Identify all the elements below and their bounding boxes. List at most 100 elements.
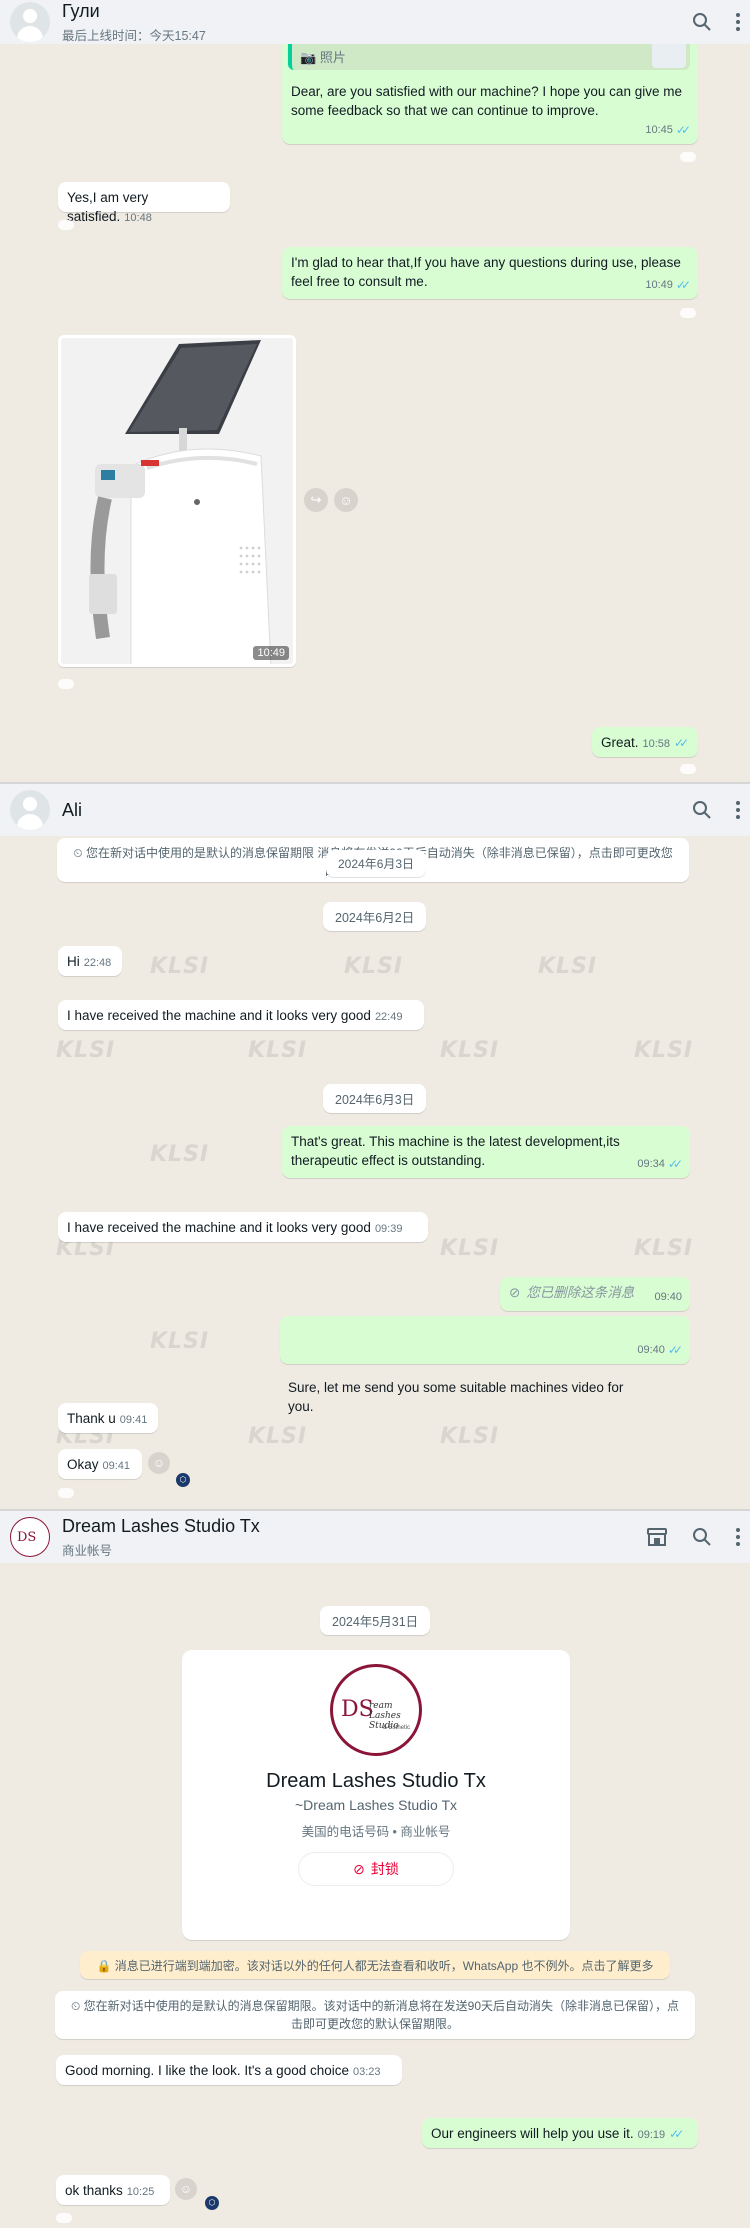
message-text: Thank u bbox=[67, 1411, 116, 1426]
block-button[interactable]: ⊘ 封锁 bbox=[298, 1852, 454, 1886]
date-pill: 2024年6月2日 bbox=[323, 902, 427, 931]
search-icon[interactable] bbox=[692, 800, 712, 820]
message-time: 10:25 bbox=[126, 2186, 155, 2198]
reaction-placeholder bbox=[680, 762, 702, 774]
deleted-message-bubble[interactable]: ⊘ 您已删除这条消息 09:40 bbox=[500, 1277, 690, 1311]
quoted-photo-label: 照片 bbox=[319, 50, 346, 65]
message-time: 09:40 bbox=[637, 1344, 665, 1356]
image-message-machine[interactable]: 10:49 bbox=[58, 335, 296, 667]
message-time: 10:49 bbox=[253, 646, 289, 660]
message-bubble-out[interactable]: 09:40 ✓✓ bbox=[280, 1316, 690, 1364]
message-text: ok thanks bbox=[65, 2183, 123, 2198]
message-time: 22:49 bbox=[374, 1011, 403, 1023]
message-time: 10:45 bbox=[645, 124, 673, 136]
retention-notice-text-start: 您在新对话中使用的是默认的消息保留期限 bbox=[86, 846, 315, 860]
avatar[interactable] bbox=[10, 2, 50, 42]
more-vertical-icon[interactable] bbox=[736, 13, 740, 31]
message-text: Good morning. I like the look. It's a go… bbox=[65, 2063, 349, 2078]
message-bubble-out[interactable]: Our engineers will help you use it. 09:19… bbox=[422, 2118, 698, 2148]
forward-icon[interactable]: ↪ bbox=[304, 488, 328, 512]
reaction-placeholder bbox=[680, 150, 702, 162]
chat-header[interactable]: DS Dream Lashes Studio Tx 商业帐号 bbox=[0, 1511, 750, 1563]
chat-panel-ali: KLSI KLSI KLSI KLSI KLSI KLSI KLSI KLSI … bbox=[0, 782, 750, 1509]
encryption-notice-text: 消息已进行端到端加密。该对话以外的任何人都无法查看和收听，WhatsApp 也不… bbox=[114, 1959, 654, 1973]
message-bubble-out[interactable]: That's great. This machine is the latest… bbox=[282, 1126, 690, 1178]
watermark: KLSI bbox=[634, 1236, 694, 1261]
message-time: 09:41 bbox=[102, 1460, 131, 1472]
message-time: 09:40 bbox=[654, 1291, 682, 1303]
contact-name: Гули bbox=[62, 0, 100, 21]
message-time: 10:49 bbox=[645, 279, 673, 291]
business-meta: 美国的电话号码 • 商业帐号 bbox=[301, 1825, 451, 1839]
block-icon: ⊘ bbox=[353, 1860, 365, 1877]
quoted-photo-reply[interactable]: 📷 照片 bbox=[288, 40, 690, 70]
read-ticks-icon: ✓✓ bbox=[669, 2127, 684, 2141]
machine-photo bbox=[61, 338, 293, 664]
camera-icon: 📷 bbox=[300, 50, 317, 65]
chat-panel-dream-lashes: DS Dream Lashes Studio Tx 商业帐号 2024年5月31… bbox=[0, 1509, 750, 2228]
message-text: Sure, let me send you some suitable mach… bbox=[288, 1380, 624, 1414]
meta-ai-icon[interactable]: ⬡ bbox=[205, 2196, 219, 2210]
watermark: KLSI bbox=[538, 954, 598, 979]
message-bubble-in[interactable]: Yes,I am very satisfied. 10:48 bbox=[58, 182, 230, 224]
message-text: Hi bbox=[67, 954, 80, 969]
encryption-notice[interactable]: 🔒 消息已进行端到端加密。该对话以外的任何人都无法查看和收听，WhatsApp … bbox=[80, 1951, 670, 1979]
message-time: 09:34 bbox=[637, 1158, 665, 1170]
business-profile-card[interactable]: DS ream Lashes Studio & Esthetic Dream L… bbox=[182, 1650, 570, 1940]
message-time: 03:23 bbox=[353, 2066, 381, 2078]
emoji-icon[interactable]: ☺ bbox=[148, 1452, 170, 1474]
message-text: Great. bbox=[601, 735, 639, 750]
watermark: KLSI bbox=[440, 1038, 500, 1063]
retention-notice-text: 您在新对话中使用的是默认的消息保留期限。该对话中的新消息将在发送90天后自动消失… bbox=[83, 1999, 680, 2031]
emoji-icon[interactable]: ☺ bbox=[334, 488, 358, 512]
business-account-label: 商业帐号 bbox=[62, 1543, 113, 1558]
storefront-icon[interactable] bbox=[646, 1527, 668, 1547]
message-text: I'm glad to hear that,If you have any qu… bbox=[291, 255, 681, 289]
watermark: KLSI bbox=[150, 1329, 210, 1354]
message-bubble-out[interactable]: I'm glad to hear that,If you have any qu… bbox=[282, 247, 698, 299]
chat-header[interactable]: Ali bbox=[0, 784, 750, 836]
read-ticks-icon: ✓✓ bbox=[674, 736, 689, 750]
message-time: 09:41 bbox=[119, 1414, 148, 1426]
message-bubble-in[interactable]: Thank u 09:41 bbox=[58, 1403, 158, 1433]
reaction-placeholder bbox=[58, 1486, 80, 1498]
retention-notice[interactable]: ⏲ 您在新对话中使用的是默认的消息保留期限。该对话中的新消息将在发送90天后自动… bbox=[55, 1991, 695, 2039]
meta-ai-icon[interactable]: ⬡ bbox=[176, 1473, 190, 1487]
message-text: Dear, are you satisfied with our machine… bbox=[291, 84, 682, 118]
sticky-date-pill: 2024年6月3日 bbox=[326, 850, 427, 877]
search-icon[interactable] bbox=[692, 1527, 712, 1547]
reaction-placeholder bbox=[58, 218, 80, 230]
message-text: That's great. This machine is the latest… bbox=[291, 1134, 620, 1168]
avatar[interactable] bbox=[10, 790, 50, 830]
emoji-icon[interactable]: ☺ bbox=[175, 2178, 197, 2200]
message-bubble-in[interactable]: I have received the machine and it looks… bbox=[58, 1000, 424, 1030]
message-text: Okay bbox=[67, 1457, 99, 1472]
lock-icon: 🔒 bbox=[96, 1959, 112, 1973]
more-vertical-icon[interactable] bbox=[736, 1528, 740, 1546]
chat-panel-guli: Гули 最后上线时间：今天15:47 📷 照片 Dear, are you s… bbox=[0, 0, 750, 782]
search-icon[interactable] bbox=[692, 12, 712, 32]
chat-header[interactable]: Гули 最后上线时间：今天15:47 bbox=[0, 0, 750, 44]
business-logo-subtext: & Esthetic bbox=[383, 1725, 411, 1731]
message-bubble-in[interactable]: I have received the machine and it looks… bbox=[58, 1212, 428, 1242]
message-bubble-out[interactable]: 📷 照片 Dear, are you satisfied with our ma… bbox=[282, 40, 698, 144]
business-logo-mark: DS bbox=[17, 1530, 37, 1545]
read-ticks-icon: ✓✓ bbox=[667, 1343, 683, 1357]
message-time: 09:19 bbox=[637, 2129, 666, 2141]
business-avatar[interactable]: DS bbox=[10, 1517, 50, 1557]
message-bubble-in[interactable]: ok thanks 10:25 bbox=[56, 2175, 170, 2205]
contact-name: Ali bbox=[62, 799, 83, 820]
message-bubble-in[interactable]: Okay 09:41 bbox=[58, 1449, 142, 1479]
more-vertical-icon[interactable] bbox=[736, 801, 740, 819]
read-ticks-icon: ✓✓ bbox=[675, 123, 691, 137]
last-seen-status: 最后上线时间：今天15:47 bbox=[62, 28, 206, 43]
message-text: I have received the machine and it looks… bbox=[67, 1008, 371, 1023]
business-handle: ~Dream Lashes Studio Tx bbox=[295, 1797, 457, 1813]
message-time: 10:58 bbox=[642, 738, 671, 750]
message-bubble-in[interactable]: Good morning. I like the look. It's a go… bbox=[56, 2055, 402, 2085]
message-bubble-out[interactable]: Great. 10:58 ✓✓ bbox=[592, 727, 698, 757]
watermark: KLSI bbox=[634, 1038, 694, 1063]
message-bubble-in[interactable]: Hi 22:48 bbox=[58, 946, 122, 976]
watermark: KLSI bbox=[440, 1424, 500, 1449]
contact-name: Dream Lashes Studio Tx bbox=[62, 1515, 260, 1536]
